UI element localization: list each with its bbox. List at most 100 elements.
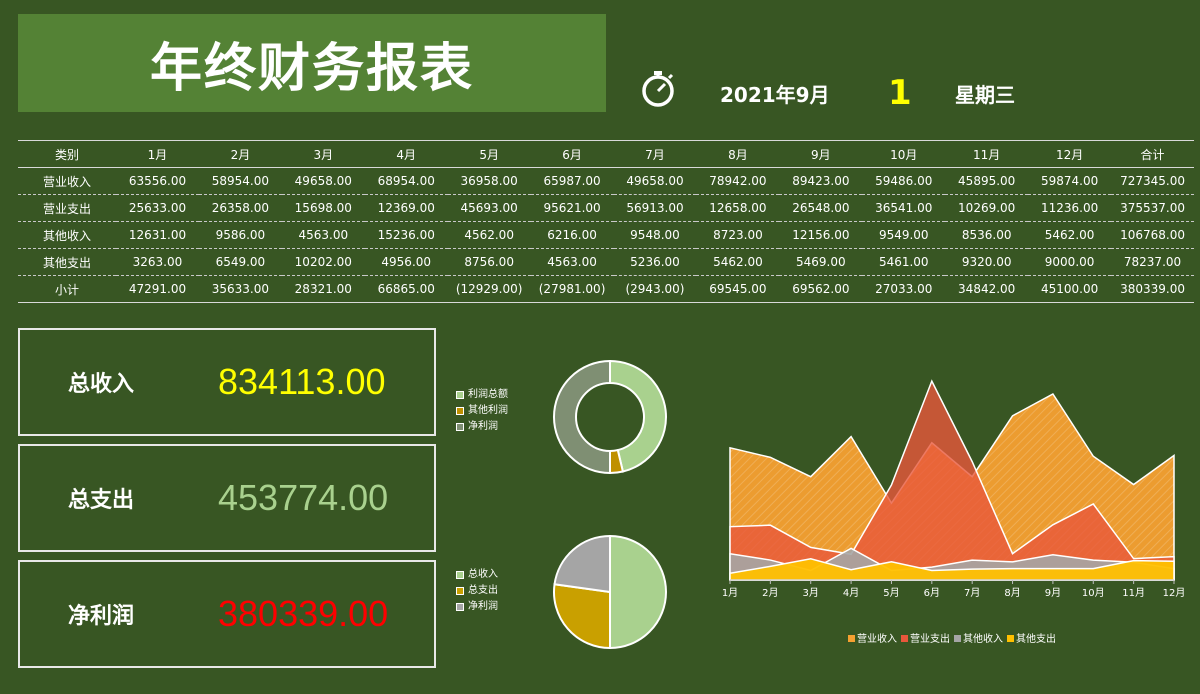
- legend-swatch: [456, 391, 464, 399]
- table-cell: 4562.00: [464, 228, 514, 242]
- table-cell: 6216.00: [547, 228, 597, 242]
- table-cell: 68954.00: [377, 174, 435, 188]
- table-cell: 8723.00: [713, 228, 763, 242]
- table-header-cell: 8月: [728, 147, 748, 162]
- report-title: 年终财务报表: [149, 38, 474, 99]
- legend-label: 其他收入: [963, 632, 1003, 645]
- table-cell: 28321.00: [294, 282, 352, 296]
- report-weekday: 星期三: [955, 83, 1015, 107]
- table-cell: 89423.00: [792, 174, 850, 188]
- pie-slice: [609, 534, 667, 650]
- kpi-value: 380339.00: [218, 593, 389, 634]
- legend-item: 净利润: [456, 599, 498, 615]
- table-cell: 12658.00: [709, 201, 767, 215]
- legend-swatch: [456, 407, 464, 415]
- legend-swatch: [456, 603, 464, 611]
- table-cell: 5461.00: [878, 255, 929, 269]
- table-cell: 59486.00: [875, 174, 933, 188]
- x-tick-label: 2月: [762, 587, 778, 599]
- table-cell: 15236.00: [377, 228, 435, 242]
- table-cell: 45895.00: [958, 174, 1016, 188]
- table-cell: 4956.00: [381, 255, 432, 269]
- legend-swatch: [456, 423, 464, 431]
- table-cell: 5462.00: [713, 255, 763, 269]
- table-cell: 9549.00: [878, 228, 929, 242]
- table-cell: 8536.00: [961, 228, 1012, 242]
- table-header-cell: 10月: [890, 147, 918, 162]
- kpi-net-profit: 净利润 380339.00: [18, 560, 436, 668]
- table-cell: 35633.00: [211, 282, 270, 296]
- table-header-cell: 2月: [230, 147, 251, 162]
- table-row: 小计 47291.00 35633.00 28321.00 66865.00 (12929…: [18, 276, 1194, 303]
- table-cell: 58954.00: [211, 174, 270, 188]
- legend-label: 总收入: [468, 569, 498, 580]
- kpi-label: 总收入: [68, 372, 135, 397]
- table-cell: 27033.00: [875, 282, 933, 296]
- pie-slice: [553, 534, 611, 594]
- table-cell: 5469.00: [796, 255, 846, 269]
- table-cell: (2943.00): [625, 282, 685, 296]
- table-cell: 3263.00: [132, 255, 183, 269]
- table-cell: 65987.00: [543, 174, 601, 188]
- table-cell: 9586.00: [215, 228, 266, 242]
- row-label: 其他支出: [42, 255, 91, 270]
- kpi-value: 834113.00: [218, 361, 386, 402]
- table-header-cell: 12月: [1055, 147, 1084, 162]
- legend-swatch: [456, 571, 464, 579]
- legend-label: 其他利润: [468, 405, 508, 416]
- table-cell: 45100.00: [1040, 282, 1099, 296]
- x-tick-label: 10月: [1082, 587, 1105, 599]
- table-cell: 69545.00: [709, 282, 767, 296]
- x-tick-label: 12月: [1163, 587, 1186, 599]
- stopwatch-icon: [642, 71, 674, 107]
- table-cell: 12631.00: [128, 228, 187, 242]
- row-label: 其他收入: [42, 228, 91, 243]
- table-row: 其他支出 3263.00 6549.00 10202.00 4956.00 8756.00…: [18, 249, 1194, 276]
- x-tick-label: 8月: [1004, 587, 1020, 599]
- table-cell: 15698.00: [294, 201, 352, 215]
- donut-legend: 利润总额其他利润净利润: [456, 387, 508, 435]
- x-tick-label: 3月: [803, 587, 819, 599]
- table-cell: 69562.00: [792, 282, 850, 296]
- table-cell: 375537.00: [1120, 201, 1185, 215]
- table-cell: 49658.00: [626, 174, 684, 188]
- table-cell: 25633.00: [128, 201, 187, 215]
- table-cell: 727345.00: [1120, 174, 1185, 188]
- table-cell: 4563.00: [298, 228, 349, 242]
- report-date: 2021年9月: [720, 83, 830, 107]
- x-tick-label: 6月: [924, 587, 940, 599]
- legend-label: 营业收入: [857, 632, 897, 645]
- table-cell: 26358.00: [211, 201, 270, 215]
- table-cell: 9548.00: [630, 228, 680, 242]
- table-cell: 56913.00: [626, 201, 684, 215]
- table-cell: 10269.00: [958, 201, 1016, 215]
- table-cell: 8756.00: [464, 255, 514, 269]
- table-cell: 5236.00: [630, 255, 680, 269]
- table-header-row: 类别 1月 2月 3月 4月 5月 6月 7月 8月 9月 10月 11月 12月 合计: [18, 140, 1194, 168]
- table-header-cell: 9月: [811, 147, 831, 162]
- table-header-cell: 合计: [1140, 147, 1165, 162]
- table-header-cell: 5月: [479, 147, 499, 162]
- table-header-cell: 6月: [562, 147, 582, 162]
- table-cell: 106768.00: [1120, 228, 1185, 242]
- pie-slice: [553, 359, 611, 475]
- kpi-total-income: 总收入 834113.00: [18, 328, 436, 436]
- summary-pie-chart: [553, 534, 667, 650]
- report-day: 1: [888, 73, 912, 113]
- legend-item: 净利润: [456, 419, 508, 435]
- table-cell: 63556.00: [128, 174, 187, 188]
- table-cell: 66865.00: [377, 282, 435, 296]
- row-label: 营业支出: [42, 201, 91, 216]
- table-header-cell: 类别: [54, 147, 79, 162]
- legend-label: 利润总额: [468, 389, 508, 400]
- legend-label: 净利润: [468, 601, 498, 612]
- legend-item: 总收入: [456, 567, 498, 583]
- table-cell: 45693.00: [460, 201, 518, 215]
- table-cell: (27981.00): [538, 282, 606, 296]
- table-row: 其他收入 12631.00 9586.00 4563.00 15236.00 4562.0…: [18, 222, 1194, 249]
- table-cell: 5462.00: [1044, 228, 1095, 242]
- finance-table: 类别 1月 2月 3月 4月 5月 6月 7月 8月 9月 10月 11月 12月 合计 营业收入 6355…: [18, 140, 1194, 303]
- table-header-cell: 3月: [313, 147, 334, 162]
- legend-label: 营业支出: [910, 632, 950, 645]
- legend-item: 其他利润: [456, 403, 508, 419]
